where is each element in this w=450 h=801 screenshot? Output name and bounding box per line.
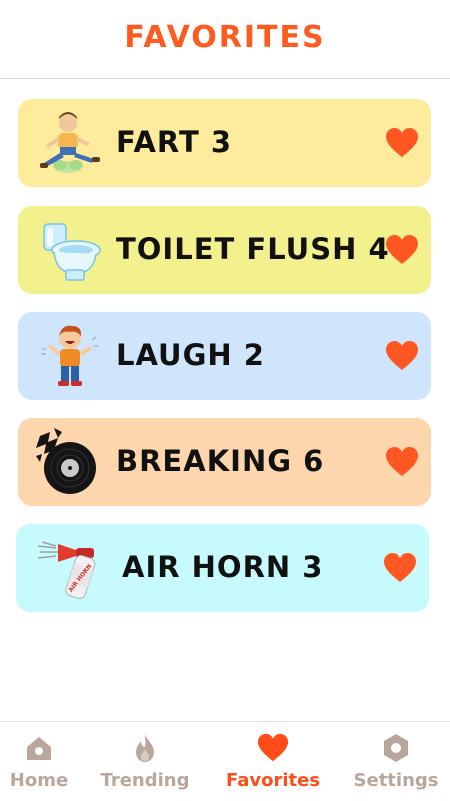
- nav-trending[interactable]: Trending: [89, 722, 201, 801]
- nav-label: Trending: [100, 770, 190, 791]
- heart-icon[interactable]: [385, 234, 419, 266]
- favorite-item-laugh[interactable]: LAUGH 2: [18, 312, 431, 400]
- sound-title: AIR HORN 3: [122, 550, 324, 584]
- nav-label: Favorites: [225, 770, 321, 791]
- heart-icon: [257, 733, 289, 762]
- favorite-item-air-horn[interactable]: AIR HORN AIR HORN 3: [16, 524, 429, 612]
- sound-title: FART 3: [116, 125, 233, 159]
- laughing-boy-icon: [41, 325, 98, 386]
- fart-cartoon-icon: [40, 112, 100, 173]
- gear-icon: [384, 734, 408, 762]
- fire-icon: [136, 734, 154, 762]
- heart-icon[interactable]: [385, 446, 419, 478]
- nav-favorites[interactable]: Favorites: [217, 722, 329, 801]
- nav-home[interactable]: Home: [0, 722, 95, 801]
- toilet-icon: [43, 223, 101, 281]
- app-header: FAVORITES: [0, 0, 450, 79]
- heart-icon[interactable]: [385, 340, 419, 372]
- favorite-item-breaking[interactable]: BREAKING 6: [18, 418, 431, 506]
- sound-title: TOILET FLUSH 4: [116, 232, 390, 266]
- nav-settings[interactable]: Settings: [340, 722, 450, 801]
- page-title: FAVORITES: [124, 20, 326, 55]
- sound-title: BREAKING 6: [116, 444, 325, 478]
- bottom-navigation: Home Trending Favorites Settings: [0, 721, 450, 801]
- broken-record-icon: [36, 428, 96, 494]
- nav-label: Settings: [353, 770, 439, 791]
- heart-icon[interactable]: [383, 552, 417, 584]
- home-icon: [27, 737, 51, 760]
- sound-title: LAUGH 2: [116, 338, 265, 372]
- favorite-item-fart[interactable]: FART 3: [18, 99, 431, 187]
- nav-label: Home: [9, 770, 69, 791]
- air-horn-icon: AIR HORN: [37, 541, 96, 600]
- heart-icon[interactable]: [385, 127, 419, 159]
- favorite-item-toilet-flush[interactable]: TOILET FLUSH 4: [18, 206, 431, 294]
